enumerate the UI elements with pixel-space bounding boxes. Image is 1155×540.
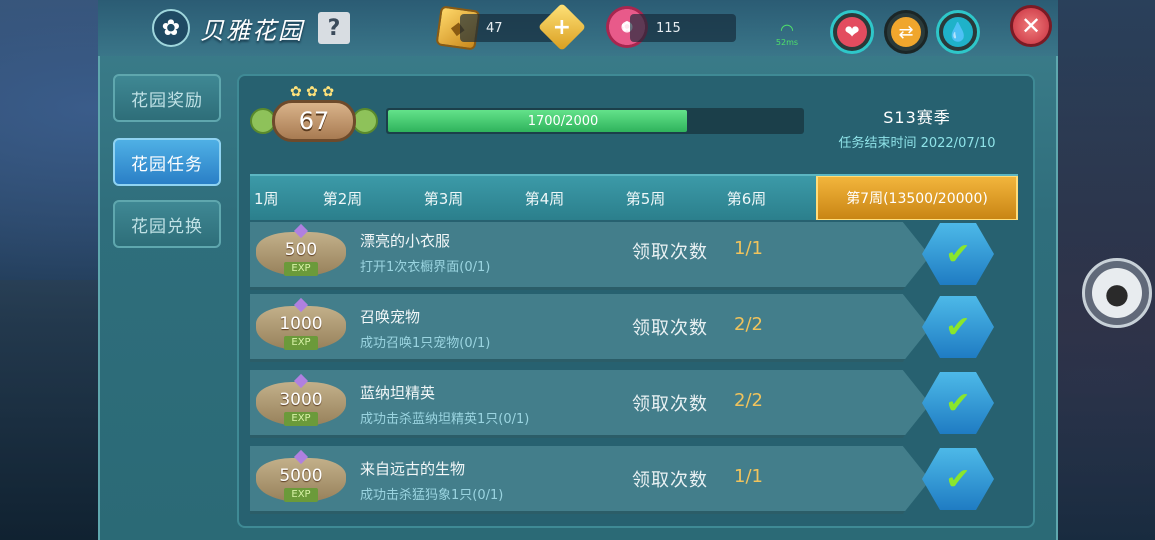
- exp-tag: EXP: [284, 262, 318, 276]
- scene-decoration-left: [0, 280, 100, 540]
- exp-tag: EXP: [284, 488, 318, 502]
- title-bar: ✿ 贝雅花园 ?: [152, 8, 350, 48]
- check-icon: ✔: [945, 236, 971, 272]
- task-title: 召唤宠物: [360, 308, 421, 326]
- level-value: 67: [272, 100, 356, 142]
- claim-count: 2/2: [734, 390, 763, 411]
- water-drop-icon: 💧: [943, 17, 973, 47]
- claim-count: 1/1: [734, 466, 763, 487]
- exp-reward-badge: 1000 EXP: [256, 297, 346, 356]
- heart-icon: ❤: [837, 17, 867, 47]
- task-row: [250, 294, 930, 362]
- task-description: 成功召唤1只宠物(0/1): [360, 336, 491, 351]
- progress-text: 1700/2000: [527, 113, 599, 129]
- swap-icon: ⇄: [891, 17, 921, 47]
- task-title: 蓝纳坦精英: [360, 384, 436, 402]
- tab-week-6[interactable]: 第6周: [696, 176, 797, 220]
- check-icon: ✔: [945, 309, 971, 345]
- flower-count: 115: [656, 20, 681, 36]
- task-row: [250, 222, 930, 290]
- exp-value: 5000: [279, 466, 323, 486]
- close-button[interactable]: ✕: [1010, 5, 1052, 47]
- task-description: 成功击杀蓝纳坦精英1只(0/1): [360, 412, 530, 427]
- ping-value: 52ms: [775, 38, 799, 47]
- claim-count: 2/2: [734, 314, 763, 335]
- task-description: 成功击杀猛犸象1只(0/1): [360, 488, 504, 503]
- water-button[interactable]: 💧: [936, 10, 980, 54]
- flower-decoration-icon: ✿ ✿ ✿: [290, 84, 335, 100]
- claim-count: 1/1: [734, 238, 763, 259]
- claim-count-label: 领取次数: [632, 394, 708, 415]
- tab-week-4[interactable]: 第4周: [494, 176, 595, 220]
- check-icon: ✔: [945, 461, 971, 497]
- exp-value: 3000: [279, 390, 323, 410]
- tab-week-1[interactable]: 1周: [250, 176, 292, 220]
- tab-week-3[interactable]: 第3周: [393, 176, 494, 220]
- check-icon: ✔: [945, 385, 971, 421]
- task-title: 来自远古的生物: [360, 460, 466, 478]
- plus-icon: +: [552, 14, 572, 40]
- tab-week-7[interactable]: 第7周(13500/20000): [816, 176, 1018, 220]
- task-description: 打开1次衣橱界面(0/1): [360, 260, 491, 275]
- wifi-icon: ◠: [780, 20, 794, 39]
- page-title: 贝雅花园: [200, 16, 304, 45]
- exp-tag: EXP: [284, 336, 318, 350]
- task-row: [250, 370, 930, 438]
- season-name: S13赛季: [883, 108, 951, 127]
- close-icon: ✕: [1020, 12, 1042, 40]
- swap-button[interactable]: ⇄: [884, 10, 928, 54]
- exp-value: 500: [284, 240, 318, 260]
- task-row: [250, 446, 930, 514]
- claim-count-label: 领取次数: [632, 470, 708, 491]
- level-progress-bar: 1700/2000: [386, 108, 804, 134]
- exp-tag: EXP: [284, 412, 318, 426]
- tab-week-2[interactable]: 第2周: [292, 176, 393, 220]
- network-status: ◠ 52ms: [770, 20, 804, 48]
- sidebar-item-exchange[interactable]: 花园兑换: [113, 200, 221, 248]
- claim-count-label: 领取次数: [632, 318, 708, 339]
- floating-chat-button[interactable]: ●: [1082, 258, 1152, 328]
- heart-button[interactable]: ❤: [830, 10, 874, 54]
- sidebar-item-tasks[interactable]: 花园任务: [113, 138, 221, 186]
- season-info: S13赛季 任务结束时间 2022/07/10: [812, 104, 1022, 151]
- penguin-icon: ●: [1092, 268, 1142, 318]
- claim-count-label: 领取次数: [632, 242, 708, 263]
- tab-week-5[interactable]: 第5周: [595, 176, 696, 220]
- exp-reward-badge: 5000 EXP: [256, 449, 346, 508]
- exp-value: 1000: [279, 314, 323, 334]
- flower-logo-icon: ✿: [152, 9, 190, 47]
- exp-reward-badge: 3000 EXP: [256, 373, 346, 432]
- sidebar-item-rewards[interactable]: 花园奖励: [113, 74, 221, 122]
- help-button[interactable]: ?: [318, 12, 350, 44]
- season-end-time: 任务结束时间 2022/07/10: [838, 136, 996, 151]
- task-title: 漂亮的小衣服: [360, 232, 451, 250]
- exp-reward-badge: 500 EXP: [256, 223, 346, 282]
- garden-level-badge: 67 ✿ ✿ ✿: [250, 84, 378, 148]
- flower-counter: 115: [630, 14, 736, 42]
- week-tabs: 1周 第2周 第3周 第4周 第5周 第6周 第7周(13500/20000): [250, 174, 1018, 220]
- gem-count: 47: [486, 20, 503, 36]
